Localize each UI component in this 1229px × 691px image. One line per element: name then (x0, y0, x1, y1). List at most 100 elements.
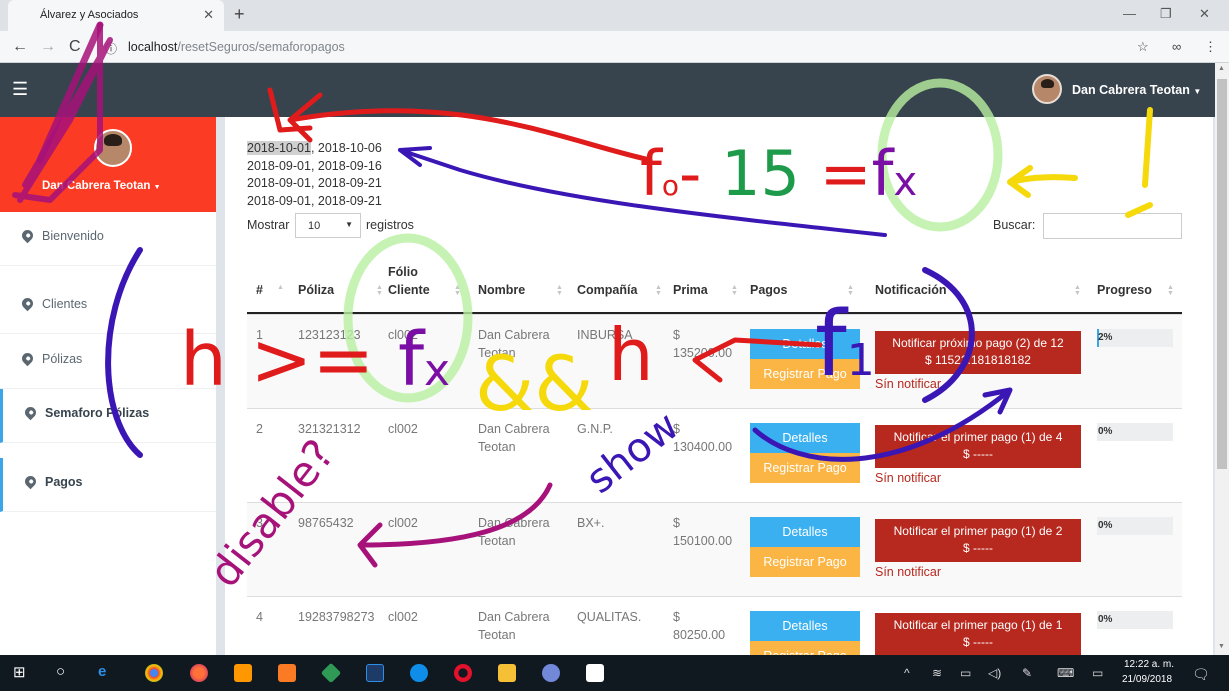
col-progreso[interactable]: Progreso (1097, 283, 1152, 297)
sidebar-item-semaforo-polizas[interactable]: Semaforo Pólizas (0, 389, 216, 443)
sidebar-item-clientes[interactable]: Clientes (0, 280, 216, 334)
explorer-icon[interactable] (498, 664, 516, 682)
sidebar-item-polizas[interactable]: Pólizas (0, 335, 216, 389)
clock-date[interactable]: 21/09/2018 (1122, 674, 1172, 685)
detalles-button[interactable]: Detalles (750, 423, 860, 453)
prima-value: 80250.00 (673, 628, 726, 642)
scroll-up-icon[interactable]: ▲ (1218, 65, 1225, 72)
volume-icon[interactable]: ◁) (988, 666, 1001, 680)
search-input[interactable] (1043, 213, 1182, 239)
notificar-button[interactable]: Notificar próximo pago (2) de 12 $ 11522.… (875, 331, 1081, 374)
keyboard-icon[interactable]: ⌨ (1057, 666, 1074, 680)
cell-folio: cl002 (388, 422, 418, 436)
window-close-icon[interactable]: ✕ (1199, 6, 1210, 22)
col-compania[interactable]: Compañía (577, 283, 637, 297)
col-pagos[interactable]: Pagos (750, 283, 788, 297)
col-folio[interactable]: Fólio (388, 265, 418, 279)
notificar-button[interactable]: Notificar el primer pago (1) de 2 $ ----- (875, 519, 1081, 562)
url-field[interactable]: localhost/resetSeguros/semaforopagos (128, 40, 345, 54)
map-marker-icon (19, 227, 36, 244)
opera-icon[interactable] (454, 664, 472, 682)
language-icon[interactable]: ▭ (1092, 666, 1103, 680)
nombre-line: Dan Cabrera (478, 516, 550, 530)
registrar-pago-button[interactable]: Registrar Pago (750, 359, 860, 389)
detalles-button[interactable]: Detalles (750, 517, 860, 547)
col-cliente[interactable]: Cliente (388, 283, 430, 297)
profile-name-text: Dan Cabrera Teotan (42, 180, 151, 192)
notificar-button[interactable]: Notificar el primer pago (1) de 1 $ ----- (875, 613, 1081, 655)
browser-tab[interactable]: Álvarez y Asociados ✕ (8, 0, 224, 31)
star-icon[interactable]: ☆ (1137, 39, 1149, 55)
cell-prima: $80250.00 (673, 608, 725, 644)
forward-icon[interactable]: → (40, 38, 56, 56)
address-bar: ← → C ⓘ localhost/resetSeguros/semaforop… (0, 31, 1229, 63)
minimize-icon[interactable]: — (1123, 6, 1136, 21)
col-poliza[interactable]: Póliza (298, 283, 334, 297)
url-path: /resetSeguros/semaforopagos (177, 40, 345, 54)
restore-icon[interactable]: ❐ (1160, 6, 1172, 22)
user-menu[interactable]: Dan Cabrera Teotan ▼ (1072, 83, 1201, 97)
git-icon[interactable] (320, 662, 342, 684)
info-icon[interactable]: ⓘ (105, 40, 117, 57)
page-scrollbar[interactable]: ▲ ▼ (1215, 63, 1229, 655)
wifi-icon[interactable]: ≋ (932, 666, 942, 680)
sidebar-item-pagos[interactable]: Pagos (0, 458, 216, 512)
windows-icon[interactable]: ⊞ (13, 663, 26, 681)
page-length-select[interactable]: 10 ▼ (295, 213, 361, 238)
back-icon[interactable]: ← (12, 38, 28, 56)
chrome-icon[interactable] (145, 664, 163, 682)
date-line: 2018-09-01, 2018-09-16 (247, 158, 382, 173)
tab-close-icon[interactable]: ✕ (203, 7, 214, 23)
registrar-pago-button[interactable]: Registrar Pago (750, 547, 860, 577)
reload-icon[interactable]: C (69, 38, 81, 56)
profile-name[interactable]: Dan Cabrera Teotan ▼ (42, 180, 161, 192)
prima-value: 150100.00 (673, 534, 733, 548)
progress-label: 2% (1098, 332, 1113, 343)
cell-prima: $150100.00 (673, 514, 732, 550)
cell-prima: $130400.00 (673, 420, 732, 456)
search-label: Buscar: (993, 218, 1036, 232)
cell-poliza: 98765432 (298, 516, 354, 530)
cell-poliza: 321321312 (298, 422, 361, 436)
registrar-pago-button[interactable]: Registrar Pago (750, 641, 860, 655)
table-row: 1 123123123 cl002 Dan Cabrera Teotan INBU… (247, 314, 1182, 408)
notificar-button[interactable]: Notificar el primer pago (1) de 4 $ ----- (875, 425, 1081, 468)
sublime-icon[interactable] (234, 664, 252, 682)
incognito-icon[interactable]: ∞ (1172, 39, 1181, 54)
col-num[interactable]: # (256, 283, 263, 297)
nombre-line: Teotan (478, 534, 516, 548)
nombre-line: Dan Cabrera (478, 328, 550, 342)
col-notificacion[interactable]: Notificación (875, 283, 947, 297)
registrar-pago-button[interactable]: Registrar Pago (750, 453, 860, 483)
xampp-icon[interactable] (278, 664, 296, 682)
avatar[interactable] (1032, 74, 1062, 104)
detalles-button[interactable]: Detalles (750, 329, 860, 359)
tray-expand-icon[interactable]: ^ (904, 666, 910, 680)
new-tab-icon[interactable]: + (234, 4, 245, 25)
firefox-icon[interactable] (190, 664, 208, 682)
col-prima[interactable]: Prima (673, 283, 708, 297)
teamviewer-icon[interactable] (410, 664, 428, 682)
clock-time[interactable]: 12:22 a. m. (1124, 659, 1174, 670)
app-icon[interactable] (586, 664, 604, 682)
detalles-button[interactable]: Detalles (750, 611, 860, 641)
show-label: Mostrar (247, 218, 290, 232)
hamburger-icon[interactable]: ☰ (12, 79, 28, 100)
search-icon[interactable]: ○ (56, 663, 65, 680)
scroll-down-icon[interactable]: ▼ (1218, 643, 1225, 650)
battery-icon[interactable]: ▭ (960, 666, 971, 680)
pen-icon[interactable]: ✎ (1022, 666, 1032, 680)
scrollbar-thumb[interactable] (1217, 79, 1227, 469)
more-icon[interactable]: ⋮ (1204, 39, 1217, 55)
edge-icon[interactable]: e (98, 663, 106, 680)
map-marker-icon (19, 295, 36, 312)
discord-icon[interactable] (542, 664, 560, 682)
vscode-icon[interactable] (366, 664, 384, 682)
notifications-icon[interactable]: 🗨 (1192, 666, 1210, 683)
table-row: 4 19283798273 cl002 Dan Cabrera Teotan QU… (247, 596, 1182, 655)
sort-icon: ▲ ▼ (731, 284, 738, 297)
sidebar-item-bienvenido[interactable]: Bienvenido (0, 212, 216, 266)
cell-nombre: Dan Cabrera Teotan (478, 326, 550, 362)
cell-poliza: 123123123 (298, 328, 361, 342)
col-nombre[interactable]: Nombre (478, 283, 525, 297)
